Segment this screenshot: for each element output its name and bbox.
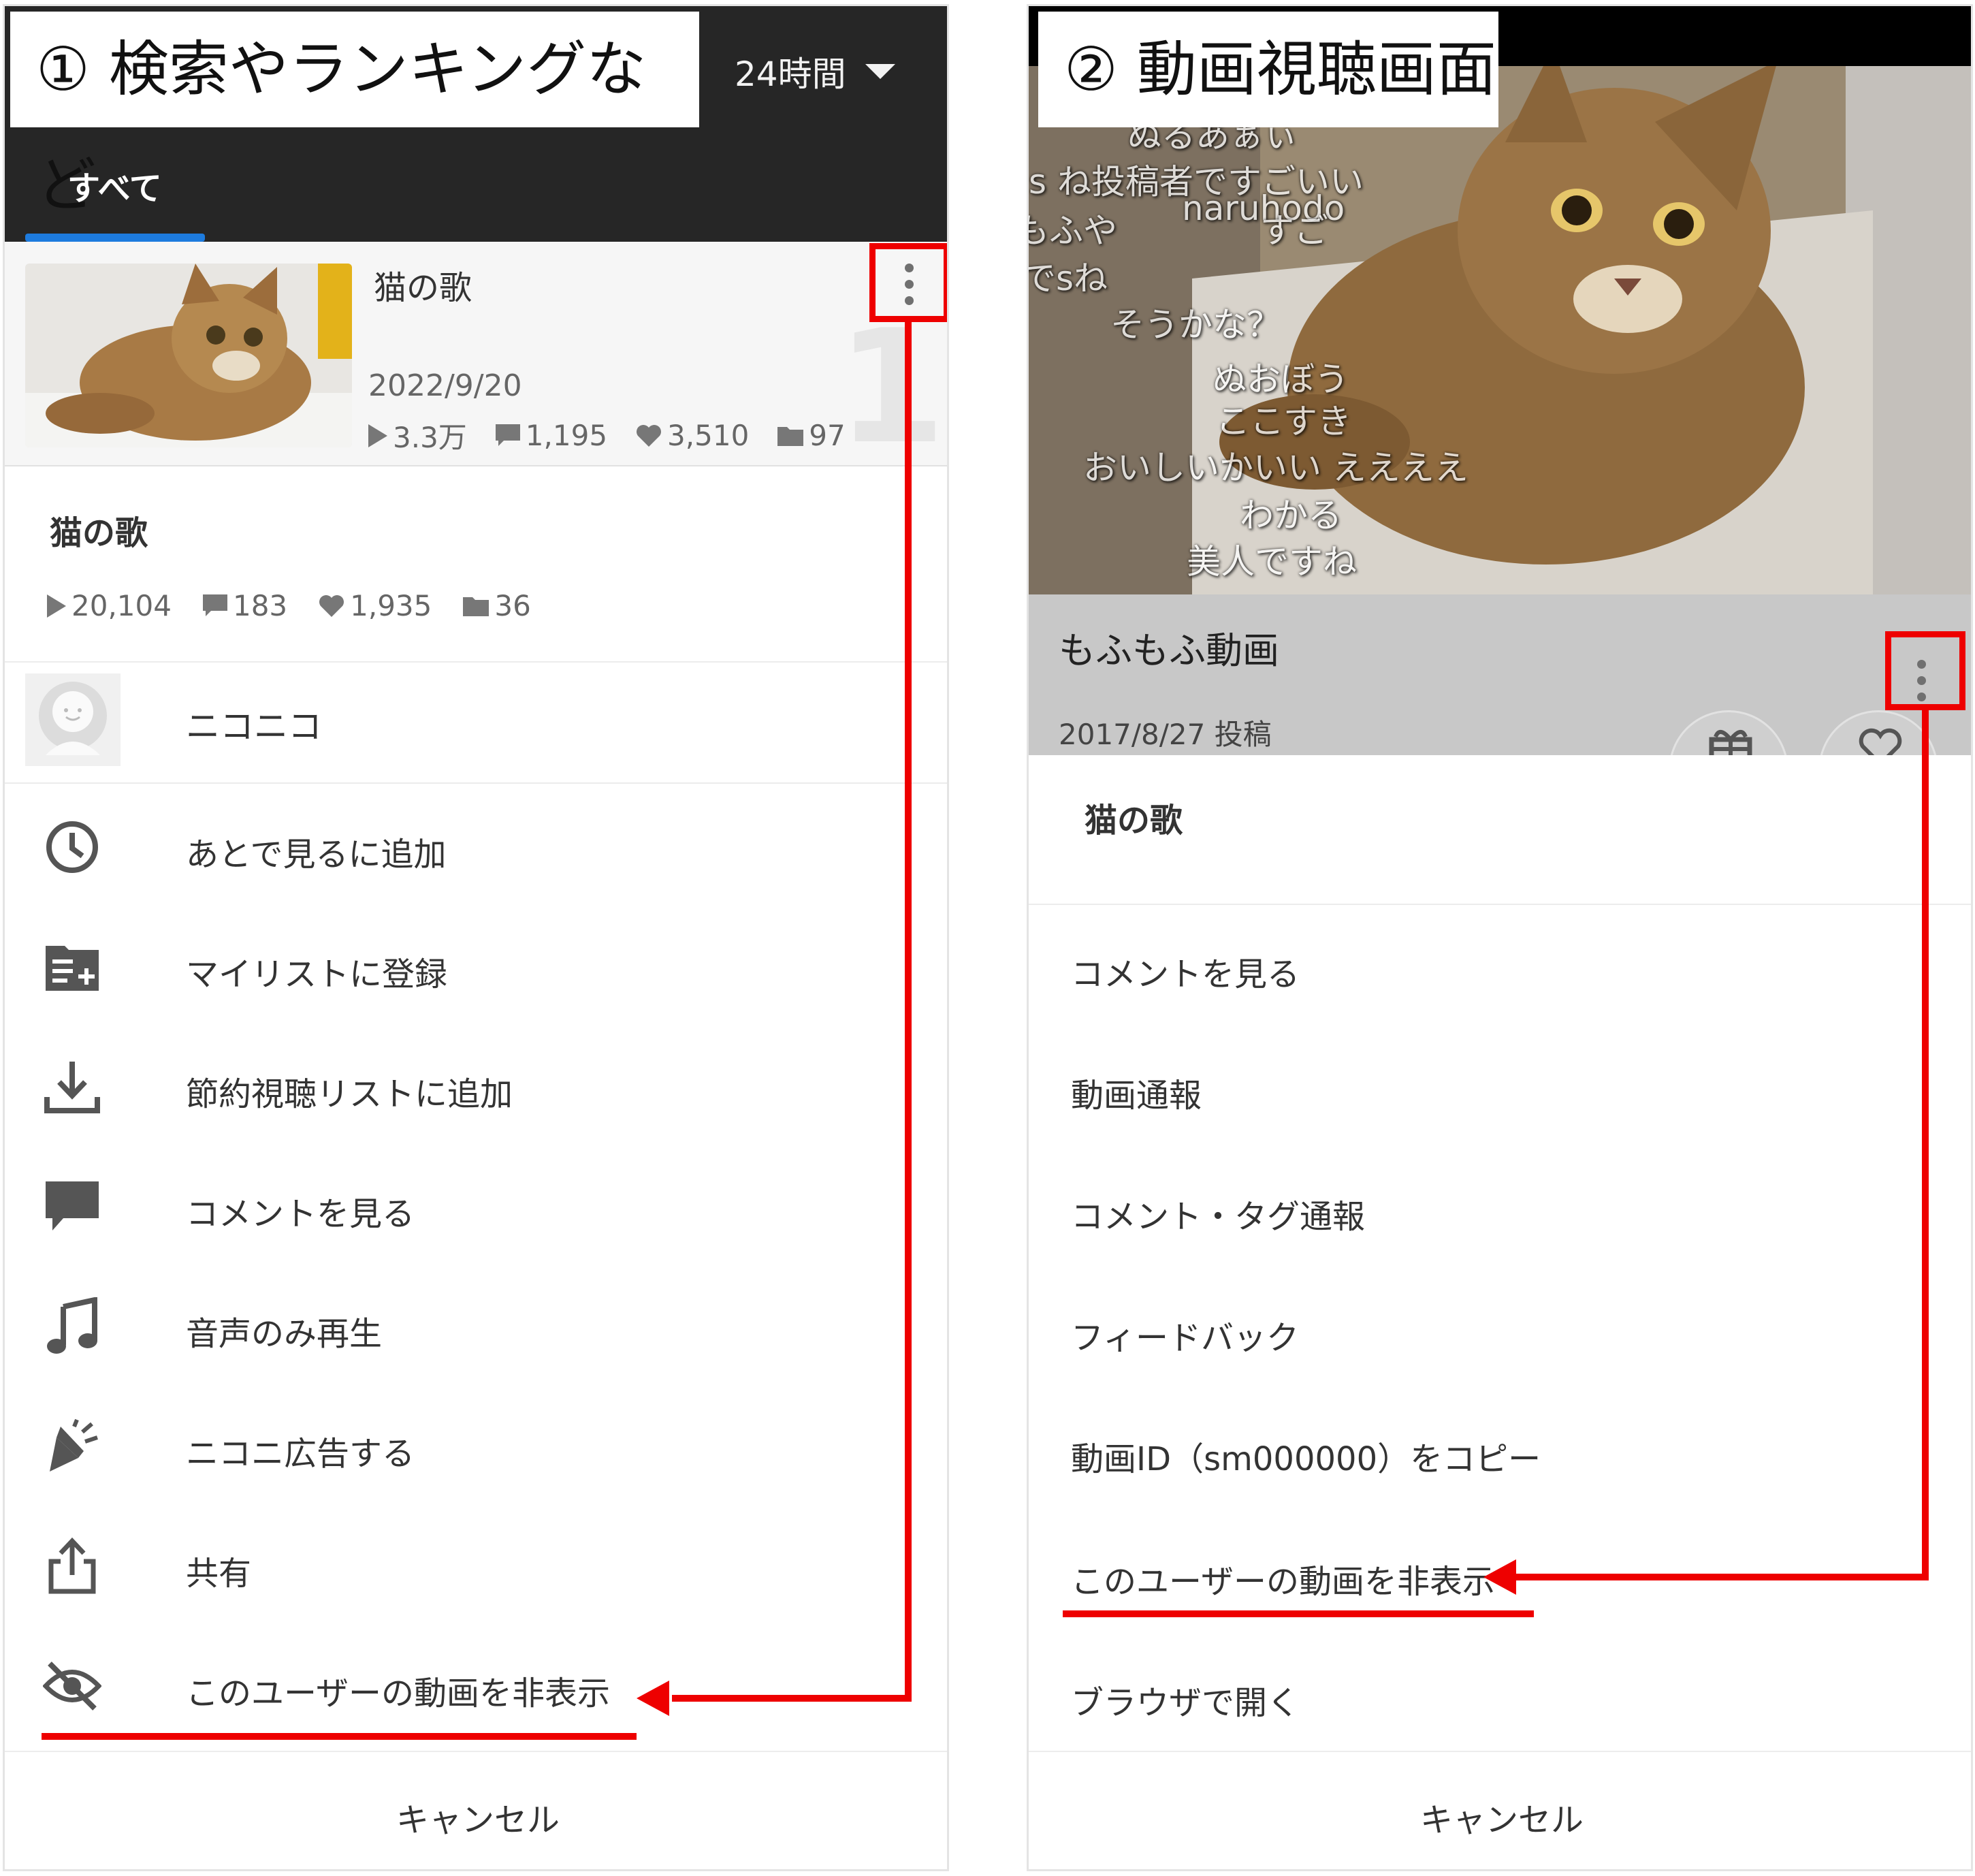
video-thumbnail — [25, 264, 352, 447]
owner-name[interactable]: ニコニコ — [186, 699, 322, 748]
tab-indicator — [25, 234, 205, 242]
menu-report-video[interactable]: 動画通報 — [1071, 1068, 1202, 1116]
comment-icon — [495, 424, 520, 446]
video-info-bar: もふもふ動画 2017/8/27 投稿 — [1029, 594, 1971, 755]
folder-icon — [777, 426, 804, 446]
menu-report-comment-tag[interactable]: コメント・タグ通報 — [1071, 1190, 1365, 1237]
menu-hide-user-videos[interactable]: このユーザーの動画を非表示 — [1071, 1555, 1495, 1602]
ranking-header: ① 検索やランキングなど 24時間 すべて — [5, 6, 947, 242]
mylists-count: 36 — [494, 589, 531, 622]
video-stats: 3.3万 1,195 3,510 97 — [368, 415, 846, 456]
views-count: 3.3万 — [393, 421, 467, 454]
likes-count: 1,935 — [350, 589, 432, 622]
heart-icon — [319, 594, 344, 617]
annotation-highlight-box — [869, 243, 947, 322]
video-player[interactable]: ぬるあぁぃ s ね投稿者ですごいい naruhodo すご もふや でsね そう… — [1029, 6, 1971, 594]
annotation-arrowhead — [637, 1681, 669, 1716]
overlay-comment: おいしいかいい ええええ — [1083, 448, 1468, 488]
overlay-comment: もふや — [1029, 211, 1117, 251]
rank-number: 1 — [837, 297, 946, 479]
gift-icon — [1709, 730, 1752, 755]
menu-nicoad[interactable]: ニコニ広告する — [5, 1386, 947, 1506]
sheet-video-stats: 20,104 183 1,935 36 — [47, 589, 531, 622]
play-icon — [47, 594, 66, 618]
tab-all[interactable]: すべて — [67, 161, 162, 209]
annotation-underline — [42, 1733, 637, 1740]
clock-icon — [46, 821, 98, 873]
sheet-video-title: 猫の歌 — [50, 514, 148, 552]
overlay-comment: すご — [1260, 211, 1328, 251]
menu-watch-later[interactable]: あとで見るに追加 — [5, 786, 947, 906]
video-player-panel: ぬるあぁぃ s ね投稿者ですごいい naruhodo すご もふや でsね そう… — [1027, 4, 1973, 1871]
cancel-button[interactable]: キャンセル — [5, 1751, 947, 1869]
comment-icon — [202, 594, 227, 616]
heart-icon — [637, 424, 662, 447]
sheet-video-title: 猫の歌 — [1085, 801, 1183, 840]
avatar[interactable] — [25, 673, 121, 766]
comments-count: 1,195 — [525, 419, 608, 452]
comments-count: 183 — [232, 589, 288, 622]
period-dropdown[interactable]: 24時間 — [735, 47, 895, 96]
divider — [5, 782, 947, 784]
menu-add-mylist[interactable]: マイリストに登録 — [5, 906, 947, 1026]
menu-open-browser[interactable]: ブラウザで開く — [1071, 1676, 1300, 1723]
download-icon — [44, 1062, 100, 1113]
video-list-item[interactable]: 猫の歌 2022/9/20 3.3万 1,195 3,510 97 1 — [5, 242, 947, 479]
menu-audio-only[interactable]: 音声のみ再生 — [5, 1266, 947, 1386]
video-date: 2022/9/20 — [368, 368, 522, 403]
eye-off-icon — [43, 1662, 101, 1711]
play-icon — [368, 424, 387, 447]
like-button[interactable] — [1818, 710, 1938, 755]
cancel-label: キャンセル — [1419, 1801, 1584, 1839]
menu-add-offline[interactable]: 節約視聴リストに追加 — [5, 1026, 947, 1146]
divider — [1029, 904, 1971, 905]
likes-count: 3,510 — [667, 419, 750, 452]
share-icon — [48, 1537, 96, 1594]
playlist-add-icon — [46, 946, 99, 991]
annotation-line — [1516, 1574, 1929, 1580]
annotation-line — [672, 1695, 912, 1702]
ranking-panel: ① 検索やランキングなど 24時間 すべて 猫の歌 2022/9/20 3.3万… — [3, 4, 949, 1871]
panel-label-badge: ① 検索やランキングなど — [10, 12, 699, 220]
menu-view-comments[interactable]: コメントを見る — [1071, 947, 1300, 995]
megaphone-icon — [50, 1418, 98, 1472]
gift-button[interactable] — [1669, 710, 1788, 755]
annotation-line — [1922, 710, 1929, 1580]
panel-label-badge: ② 動画視聴画面 — [1038, 12, 1498, 127]
period-label: 24時間 — [735, 54, 846, 94]
annotation-underline — [1063, 1610, 1534, 1617]
music-note-icon — [47, 1297, 97, 1354]
cancel-button[interactable]: キャンセル — [1029, 1751, 1971, 1869]
menu-hide-user-videos[interactable]: このユーザーの動画を非表示 — [5, 1625, 947, 1745]
menu-share[interactable]: 共有 — [5, 1506, 947, 1625]
video-date: 2017/8/27 投稿 — [1059, 718, 1272, 751]
caret-down-icon — [865, 64, 895, 79]
annotation-highlight-box — [1885, 631, 1965, 710]
overlay-comment: ここすき — [1216, 402, 1351, 441]
menu-copy-video-id[interactable]: 動画ID（sm000000）をコピー — [1071, 1432, 1541, 1480]
overlay-comment: 美人ですね — [1187, 542, 1357, 582]
video-title: もふもふ動画 — [1059, 629, 1279, 672]
annotation-arrowhead — [1483, 1559, 1516, 1595]
overlay-comment: わかる — [1240, 496, 1342, 535]
video-title: 猫の歌 — [374, 269, 472, 307]
cancel-label: キャンセル — [396, 1801, 560, 1839]
annotation-line — [905, 322, 912, 1702]
menu-view-comments[interactable]: コメントを見る — [5, 1146, 947, 1266]
overlay-comment: でsね — [1029, 259, 1108, 298]
overlay-comment: そうかな？ — [1110, 305, 1281, 345]
comment-icon — [46, 1181, 99, 1230]
views-count: 20,104 — [71, 589, 172, 622]
menu-feedback[interactable]: フィードバック — [1071, 1311, 1299, 1358]
folder-icon — [463, 597, 489, 616]
divider — [5, 661, 947, 663]
